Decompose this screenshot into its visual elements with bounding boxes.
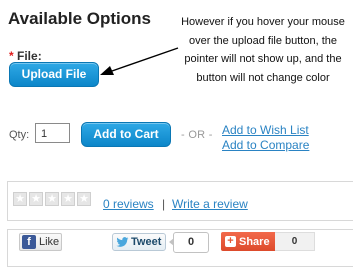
- share-label: Share: [239, 235, 270, 248]
- facebook-like-label: Like: [39, 236, 60, 248]
- tweet-count-badge: 0: [169, 232, 209, 253]
- qty-input[interactable]: 1: [35, 123, 70, 143]
- tweet-button[interactable]: Tweet: [112, 233, 166, 251]
- write-review-link[interactable]: Write a review: [172, 197, 248, 211]
- star-icon: ★: [13, 192, 27, 206]
- or-separator: - OR -: [181, 129, 213, 141]
- star-rating: ★ ★ ★ ★ ★: [13, 192, 91, 206]
- star-icon: ★: [29, 192, 43, 206]
- required-marker: *: [9, 49, 14, 63]
- qty-label: Qty:: [9, 129, 30, 141]
- tweet-label: Tweet: [131, 236, 162, 248]
- star-icon: ★: [45, 192, 59, 206]
- add-to-wishlist-link[interactable]: Add to Wish List: [222, 123, 309, 137]
- file-label-text: File:: [17, 49, 42, 63]
- reviews-separator: |: [162, 197, 166, 211]
- file-field-label: * File:: [9, 49, 42, 63]
- add-to-compare-link[interactable]: Add to Compare: [222, 138, 309, 152]
- star-icon: ★: [61, 192, 75, 206]
- share-button[interactable]: + Share: [221, 232, 275, 251]
- facebook-like-button[interactable]: f Like: [19, 233, 62, 251]
- share-count-badge: 0: [275, 232, 315, 251]
- star-icon: ★: [77, 192, 91, 206]
- annotation-arrow-icon: [100, 47, 179, 75]
- facebook-icon: f: [22, 235, 36, 249]
- plus-icon: +: [225, 236, 236, 247]
- page-title: Available Options: [8, 9, 151, 28]
- add-to-cart-button[interactable]: Add to Cart: [81, 122, 171, 147]
- upload-file-button[interactable]: Upload File: [9, 62, 99, 87]
- twitter-bird-icon: [116, 236, 129, 247]
- annotation-note: However if you hover your mouse over the…: [181, 16, 345, 84]
- reviews-link[interactable]: 0 reviews: [103, 197, 154, 211]
